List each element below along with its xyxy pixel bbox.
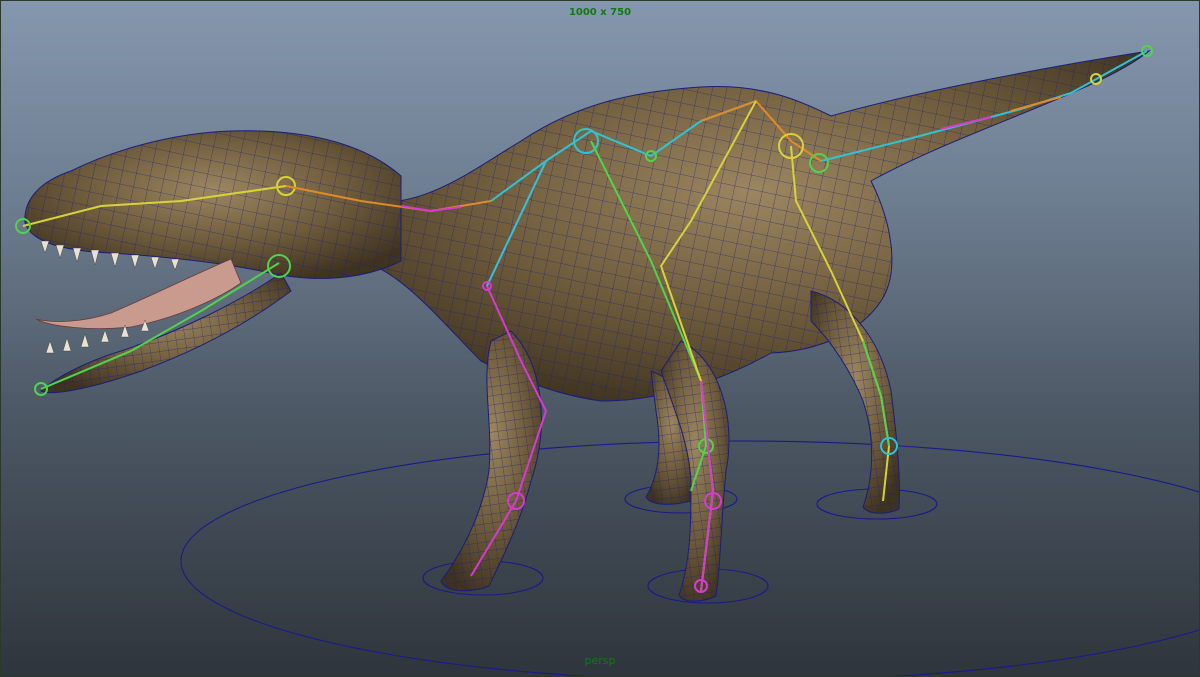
camera-name-label: persp [584,654,616,667]
maya-perspective-viewport[interactable]: 1000 x 750 persp [0,0,1200,677]
resolution-gate-label: 1000 x 750 [568,7,632,18]
3d-scene[interactable] [1,1,1199,676]
